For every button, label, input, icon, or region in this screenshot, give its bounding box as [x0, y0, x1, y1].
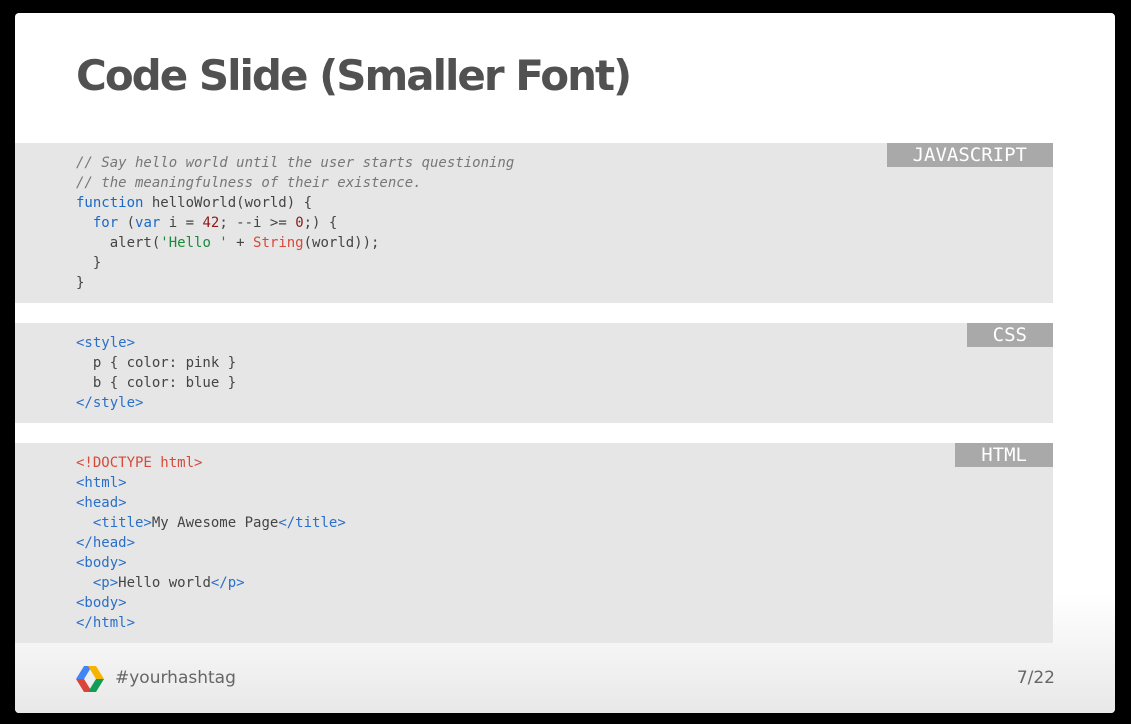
code-line: <body>	[76, 595, 127, 611]
code-block-css: CSS <style> p { color: pink } b { color:…	[15, 323, 1053, 423]
code-listing: <!DOCTYPE html> <html> <head> <title>My …	[15, 443, 1053, 633]
code-line: <body>	[76, 555, 127, 571]
code-block-html: HTML <!DOCTYPE html> <html> <head> <titl…	[15, 443, 1053, 643]
google-chevron-logo-icon	[76, 666, 104, 692]
footer-hashtag: #yourhashtag	[115, 668, 236, 688]
code-line: <html>	[76, 475, 127, 491]
code-line: }	[76, 275, 85, 291]
code-line: function helloWorld(world) {	[76, 195, 313, 211]
code-block-javascript: JAVASCRIPT // Say hello world until the …	[15, 143, 1053, 303]
code-line: <p>Hello world</p>	[92, 575, 245, 591]
code-listing: <style> p { color: pink } b { color: blu…	[15, 323, 1053, 413]
code-line: </style>	[76, 395, 144, 411]
code-line: }	[76, 255, 102, 271]
code-line: <title>My Awesome Page</title>	[92, 515, 346, 531]
code-line: </html>	[76, 615, 136, 631]
code-line: // the meaningfulness of their existence…	[76, 175, 422, 191]
language-tag: HTML	[955, 443, 1053, 467]
code-line: alert('Hello ' + String(world));	[76, 235, 380, 251]
code-line: // Say hello world until the user starts…	[76, 155, 515, 171]
page-number: 7/22	[1016, 668, 1055, 688]
language-tag: CSS	[966, 323, 1053, 347]
slide: Code Slide (Smaller Font) JAVASCRIPT // …	[15, 13, 1115, 713]
code-line: p { color: pink }	[76, 355, 237, 371]
code-line: <!DOCTYPE html>	[76, 455, 203, 471]
code-line: for (var i = 42; --i >= 0;) {	[92, 215, 338, 231]
language-tag: JAVASCRIPT	[886, 143, 1053, 167]
code-line: b { color: blue }	[76, 375, 237, 391]
code-line: <head>	[76, 495, 127, 511]
slide-title: Code Slide (Smaller Font)	[76, 51, 632, 100]
code-line: </head>	[76, 535, 136, 551]
code-line: <style>	[76, 335, 136, 351]
